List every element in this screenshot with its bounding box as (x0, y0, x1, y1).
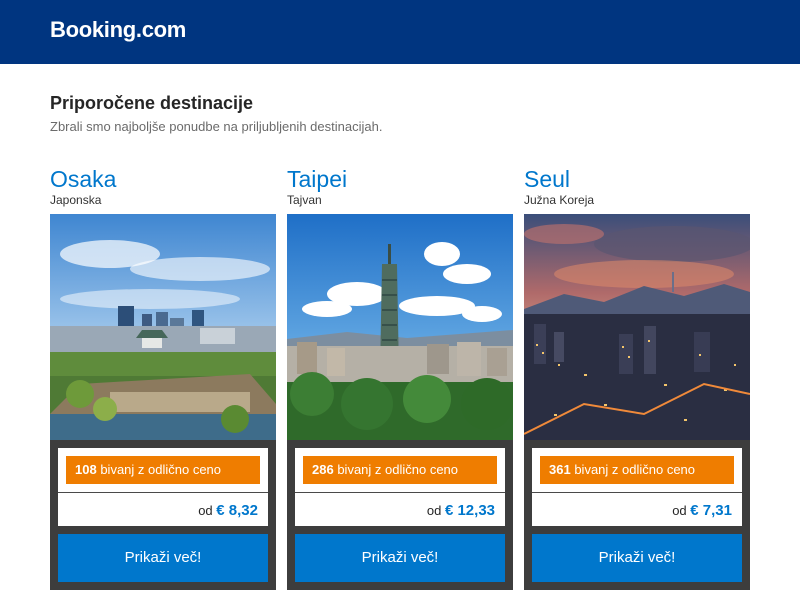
show-more-button[interactable]: Prikaži več! (58, 534, 268, 582)
deal-text: bivanj z odlično ceno (574, 462, 696, 477)
destination-card-seoul: Seul Južna Koreja 361 bivanj z odlično c… (524, 166, 750, 590)
price-amount: € 7,31 (690, 502, 732, 519)
deal-info-box: 108 bivanj z odlično ceno od € 8,32 (58, 448, 268, 526)
deal-badge: 108 bivanj z odlično ceno (66, 456, 260, 484)
deal-text: bivanj z odlično ceno (337, 462, 459, 477)
price-line: od € 7,31 (672, 502, 732, 519)
deal-count: 108 (75, 462, 97, 477)
deal-count: 361 (549, 462, 571, 477)
deal-badge: 361 bivanj z odlično ceno (540, 456, 734, 484)
show-more-button[interactable]: Prikaži več! (532, 534, 742, 582)
price-amount: € 12,33 (444, 502, 495, 519)
divider (295, 492, 505, 493)
deal-info-box: 361 bivanj z odlično ceno od € 7,31 (532, 448, 742, 526)
price-amount: € 8,32 (216, 502, 258, 519)
deal-panel: 286 bivanj z odlično ceno od € 12,33 Pri… (287, 440, 513, 590)
show-more-button[interactable]: Prikaži več! (295, 534, 505, 582)
price-prefix: od (672, 503, 687, 518)
taipei-photo[interactable] (287, 214, 513, 440)
city-link[interactable]: Taipei (287, 166, 347, 193)
price-prefix: od (198, 503, 213, 518)
section-subtitle: Zbrali smo najboljše ponudbe na priljubl… (50, 119, 383, 134)
country-label: Japonska (50, 193, 102, 207)
destination-card-osaka: Osaka Japonska 108 bivanj z odlično ceno… (50, 166, 276, 590)
city-link[interactable]: Osaka (50, 166, 116, 193)
section-title: Priporočene destinacije (50, 93, 254, 113)
price-line: od € 12,33 (427, 502, 495, 519)
price-prefix: od (426, 503, 442, 518)
deal-count: 286 (312, 462, 334, 477)
seoul-photo[interactable] (524, 214, 750, 440)
deal-panel: 361 bivanj z odlično ceno od € 7,31 Prik… (524, 440, 750, 590)
divider (532, 492, 742, 493)
divider (58, 492, 268, 493)
destination-card-taipei: Taipei Tajvan 286 bivanj z odlično ceno … (287, 166, 513, 590)
price-line: od € 8,32 (198, 502, 258, 519)
city-link[interactable]: Seul (524, 166, 570, 193)
country-label: Južna Koreja (524, 193, 595, 207)
osaka-photo[interactable] (50, 214, 276, 440)
top-bar: Booking.com (0, 0, 800, 64)
deal-panel: 108 bivanj z odlično ceno od € 8,32 Prik… (50, 440, 276, 590)
deal-info-box: 286 bivanj z odlično ceno od € 12,33 (295, 448, 505, 526)
deal-badge: 286 bivanj z odlično ceno (303, 456, 497, 484)
country-label: Tajvan (287, 193, 322, 207)
booking-logo[interactable]: Booking.com (50, 17, 186, 43)
deal-text: bivanj z odlično ceno (100, 462, 222, 477)
